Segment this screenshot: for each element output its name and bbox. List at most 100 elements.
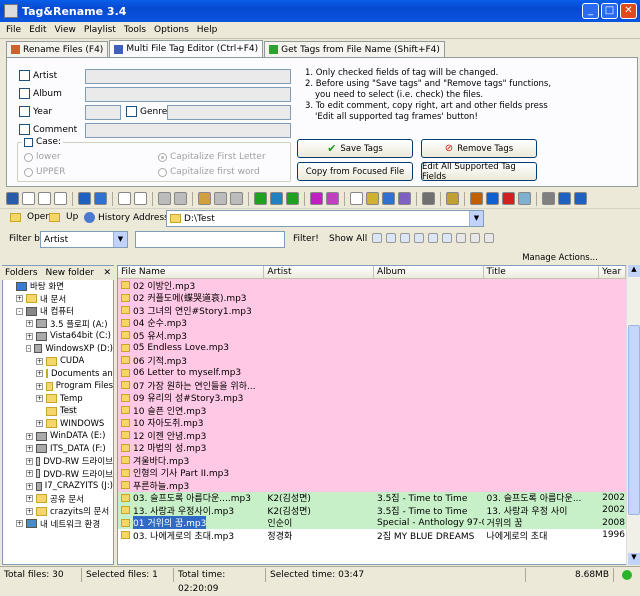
toolbar-tool-icon[interactable] xyxy=(174,192,187,205)
tree-node[interactable]: - WindowsXP (D:) xyxy=(3,343,113,356)
column-header-year[interactable]: Year xyxy=(599,266,626,278)
file-row[interactable]: 10 슬픈 인연.mp3 xyxy=(118,404,626,417)
tree-expander-icon[interactable]: + xyxy=(36,370,43,378)
column-header-artist[interactable]: Artist xyxy=(264,266,374,278)
toolbar-tool-icon[interactable] xyxy=(518,192,531,205)
toolbar-tool-icon[interactable] xyxy=(158,192,171,205)
save-tags-button[interactable]: ✔ Save Tags xyxy=(297,139,413,158)
tree-node[interactable]: + Documents and xyxy=(3,368,113,381)
tree-node[interactable]: 바탕 화면 xyxy=(3,280,113,293)
tree-node[interactable]: + DVD-RW 드라이브 xyxy=(3,468,113,481)
filter-button[interactable]: Filter! xyxy=(293,234,319,244)
toolbar-tool-icon[interactable] xyxy=(254,192,267,205)
toolbar-tool-icon[interactable] xyxy=(94,192,107,205)
minimize-button[interactable]: _ xyxy=(582,3,599,19)
show-all-button[interactable]: Show All xyxy=(329,234,367,244)
tree-node[interactable]: + 공유 문서 xyxy=(3,493,113,506)
tree-expander-icon[interactable]: + xyxy=(26,470,33,478)
tree-node[interactable]: + 내 네트워크 환경 xyxy=(3,518,113,531)
comment-input[interactable] xyxy=(85,123,291,138)
tree-node[interactable]: +3.5 플로피 (A:) xyxy=(3,318,113,331)
file-row[interactable]: 12 마법의 성.mp3 xyxy=(118,441,626,454)
view-option-icon[interactable] xyxy=(372,233,382,243)
menu-options[interactable]: Options xyxy=(154,25,189,35)
file-row[interactable]: 03. 슬프도록 아름다운....mp3 K2(김성면) 3.5집 - Time t… xyxy=(118,491,626,504)
remove-tags-button[interactable]: ⊘ Remove Tags xyxy=(421,139,537,158)
album-checkbox[interactable] xyxy=(19,88,30,99)
close-button[interactable]: ✕ xyxy=(620,3,637,19)
toolbar-tool-icon[interactable] xyxy=(382,192,395,205)
filter-field-select[interactable]: Artist ▼ xyxy=(40,231,128,248)
tree-node[interactable]: + 내 문서 xyxy=(3,293,113,306)
tree-node[interactable]: + WinDATA (E:) xyxy=(3,430,113,443)
scroll-thumb[interactable] xyxy=(628,325,640,515)
tree-expander-icon[interactable]: + xyxy=(26,495,33,503)
toolbar-tool-icon[interactable] xyxy=(398,192,411,205)
tree-expander-icon[interactable]: + xyxy=(26,507,33,515)
tree-expander-icon[interactable]: + xyxy=(26,332,33,340)
file-row[interactable]: 10 자아도취.mp3 xyxy=(118,416,626,429)
address-input[interactable]: D:\Test ▼ xyxy=(166,210,484,227)
artist-input[interactable] xyxy=(85,69,291,84)
tree-expander-icon[interactable]: + xyxy=(36,395,43,403)
toolbar-tool-icon[interactable] xyxy=(422,192,435,205)
tree-expander-icon[interactable]: + xyxy=(16,295,23,303)
file-row[interactable]: 04 순수.mp3 xyxy=(118,316,626,329)
column-header-title[interactable]: Title xyxy=(484,266,600,278)
file-row[interactable]: 03. 나에게로의 초대.mp3 정경화 2집 MY BLUE DREAMS 나에게로… xyxy=(118,529,626,542)
menu-help[interactable]: Help xyxy=(197,25,218,35)
toolbar-tool-icon[interactable] xyxy=(198,192,211,205)
address-dropdown-icon[interactable]: ▼ xyxy=(469,211,483,226)
toolbar-tool-icon[interactable] xyxy=(286,192,299,205)
toolbar-tool-icon[interactable] xyxy=(446,192,459,205)
file-list-scrollbar[interactable]: ▲ ▼ xyxy=(626,265,640,565)
filter-input[interactable] xyxy=(135,231,285,248)
tree-node[interactable]: Test xyxy=(3,405,113,418)
toolbar-tool-icon[interactable] xyxy=(574,192,587,205)
file-row[interactable]: 05 유서.mp3 xyxy=(118,329,626,342)
view-option-icon[interactable] xyxy=(400,233,410,243)
tree-node[interactable]: + WINDOWS xyxy=(3,418,113,431)
case-checkbox[interactable] xyxy=(24,137,33,147)
toolbar-tool-icon[interactable] xyxy=(486,192,499,205)
tab-0[interactable]: Rename Files (F4) xyxy=(6,41,109,57)
tree-expander-icon[interactable]: - xyxy=(16,307,23,315)
file-row[interactable]: 겨울바다.mp3 xyxy=(118,454,626,467)
file-row[interactable]: 인형의 기사 Part II.mp3 xyxy=(118,466,626,479)
toolbar-tool-icon[interactable] xyxy=(38,192,51,205)
cap-first-word-radio[interactable] xyxy=(158,167,167,177)
toolbar-tool-icon[interactable] xyxy=(502,192,515,205)
tree-node[interactable]: + Temp xyxy=(3,393,113,406)
folders-tab[interactable]: Folders xyxy=(5,268,38,278)
tree-expander-icon[interactable]: - xyxy=(26,345,32,353)
toolbar-tool-icon[interactable] xyxy=(214,192,227,205)
toolbar-tool-icon[interactable] xyxy=(78,192,91,205)
tree-expander-icon[interactable]: + xyxy=(36,382,43,390)
toolbar-tool-icon[interactable] xyxy=(22,192,35,205)
tree-node[interactable]: + Vista64bit (C:) xyxy=(3,330,113,343)
view-option-icon[interactable] xyxy=(442,233,452,243)
close-pane-icon[interactable]: ✕ xyxy=(103,268,111,278)
album-input[interactable] xyxy=(85,87,291,102)
toolbar-tool-icon[interactable] xyxy=(134,192,147,205)
file-row[interactable]: 01 거위의 꿈.mp3 인순이 Special - Anthology 97-08… xyxy=(118,516,626,530)
manage-actions-button[interactable]: Manage Actions... xyxy=(490,251,630,264)
comment-checkbox[interactable] xyxy=(19,124,30,135)
genre-select[interactable] xyxy=(167,105,291,120)
file-row[interactable]: 05 Endless Love.mp3 xyxy=(118,341,626,354)
edit-all-fields-button[interactable]: Edit All Supported Tag Fields xyxy=(421,162,537,182)
artist-checkbox[interactable] xyxy=(19,70,30,81)
menu-edit[interactable]: Edit xyxy=(29,25,46,35)
toolbar-tool-icon[interactable] xyxy=(54,192,67,205)
file-row[interactable]: 02 이방인.mp3 xyxy=(118,279,626,292)
genre-checkbox[interactable] xyxy=(126,106,137,117)
toolbar-tool-icon[interactable] xyxy=(350,192,363,205)
tree-expander-icon[interactable]: + xyxy=(16,520,23,528)
column-header-album[interactable]: Album xyxy=(374,266,484,278)
menu-playlist[interactable]: Playlist xyxy=(84,25,116,35)
view-option-icon[interactable] xyxy=(456,233,466,243)
menu-tools[interactable]: Tools xyxy=(124,25,146,35)
toolbar-tool-icon[interactable] xyxy=(470,192,483,205)
tree-node[interactable]: + DVD-RW 드라이브 xyxy=(3,455,113,468)
scroll-up-icon[interactable]: ▲ xyxy=(628,265,640,277)
